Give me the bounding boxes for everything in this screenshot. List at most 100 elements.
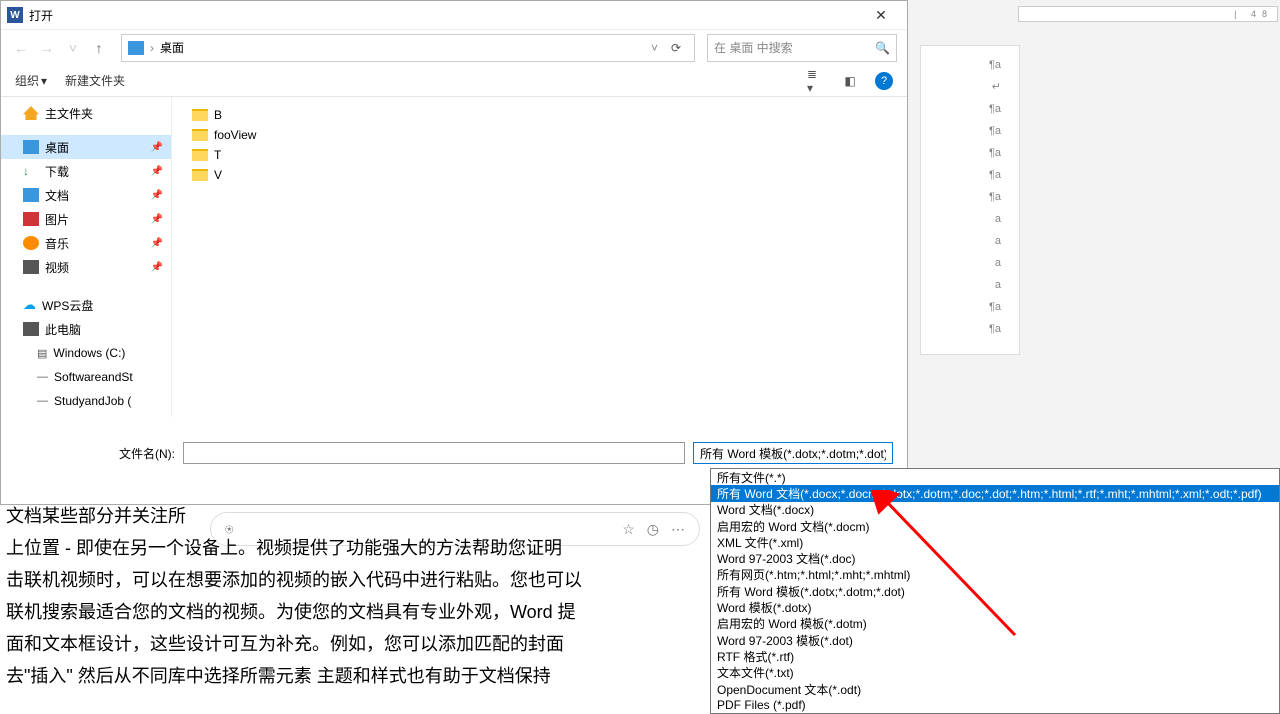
sidebar-item-drive-d[interactable]: — SoftwareandSt (1, 365, 171, 389)
sidebar-item-drive-c[interactable]: ▤Windows (C:) (1, 341, 171, 365)
dialog-navbar: ← → ˅ ↑ › 桌面 ˅ ⟳ 在 桌面 中搜索 🔍 (1, 29, 907, 65)
home-icon (23, 106, 39, 120)
dropdown-option[interactable]: Word 文档(*.docx) (711, 502, 1279, 518)
sidebar-item-label: StudyandJob ( (54, 394, 131, 408)
pin-icon: 📌 (151, 262, 163, 273)
filename-input[interactable] (183, 442, 685, 464)
dropdown-option[interactable]: RTF 格式(*.rtf) (711, 648, 1279, 664)
sidebar-item-label: 视频 (45, 259, 69, 276)
breadcrumb-separator-icon: › (150, 41, 154, 55)
dialog-close-button[interactable]: ✕ (861, 1, 901, 29)
filter-current-value: 所有 Word 模板(*.dotx;*.dotm;*.dot) (700, 445, 886, 462)
drive-icon: — (37, 395, 48, 407)
sidebar-item-wps[interactable]: ☁ WPS云盘 (1, 293, 171, 317)
breadcrumb-location[interactable]: 桌面 (160, 39, 184, 56)
sidebar: 主文件夹 桌面 📌 ↓ 下载 📌 文档📌 图片 📌 音乐📌 视频 📌 ☁ WPS云盘 此电脑… (1, 97, 171, 417)
word-document-page: ¶a↵¶a¶a¶a¶a¶aaaaa¶a¶a (920, 45, 1020, 355)
folder-icon (192, 149, 208, 161)
folder-icon (192, 169, 208, 181)
sidebar-item-videos[interactable]: 视频 📌 (1, 255, 171, 279)
drive-icon: — (37, 371, 48, 383)
sidebar-item-label: 下载 (45, 163, 69, 180)
organize-button[interactable]: 组织 ▾ (15, 72, 47, 89)
file-name: T (214, 148, 221, 162)
folder-icon (192, 109, 208, 121)
dropdown-option[interactable]: 所有网页(*.htm;*.html;*.mht;*.mhtml) (711, 567, 1279, 583)
file-item[interactable]: fooView (192, 125, 887, 145)
file-list[interactable]: BfooView TV (171, 97, 907, 417)
sidebar-item-desktop[interactable]: 桌面 📌 (1, 135, 171, 159)
new-folder-button[interactable]: 新建文件夹 (65, 72, 125, 89)
dropdown-option[interactable]: Word 模板(*.dotx) (711, 599, 1279, 615)
dropdown-option[interactable]: 文本文件(*.txt) (711, 665, 1279, 681)
dropdown-option[interactable]: 所有文件(*.*) (711, 469, 1279, 485)
desktop-icon (23, 140, 39, 154)
file-item[interactable]: B (192, 105, 887, 125)
folder-icon (192, 129, 208, 141)
dropdown-option[interactable]: 启用宏的 Word 文档(*.docm) (711, 518, 1279, 534)
download-icon: ↓ (23, 164, 39, 178)
help-icon[interactable]: ? (875, 72, 893, 90)
file-name: fooView (214, 128, 256, 142)
chevron-down-icon: ▾ (41, 74, 47, 88)
sidebar-item-label: SoftwareandSt (54, 370, 133, 384)
nav-forward-button[interactable]: → (37, 38, 57, 58)
view-list-icon[interactable]: ≣ ▾ (807, 72, 825, 90)
sidebar-item-label: 此电脑 (45, 321, 81, 338)
dropdown-option[interactable]: OpenDocument 文本(*.odt) (711, 681, 1279, 697)
nav-back-button[interactable]: ← (11, 38, 31, 58)
pin-icon: 📌 (151, 166, 163, 177)
pin-icon: 📌 (151, 214, 163, 225)
search-placeholder: 在 桌面 中搜索 (714, 39, 875, 56)
dropdown-option[interactable]: Word 97-2003 模板(*.dot) (711, 632, 1279, 648)
refresh-icon[interactable]: ⟳ (664, 41, 688, 55)
sidebar-item-label: 桌面 (45, 139, 69, 156)
sidebar-item-home[interactable]: 主文件夹 (1, 101, 171, 125)
word-ruler: | 48 (1018, 6, 1278, 22)
dialog-title: 打开 (29, 7, 861, 24)
document-icon (23, 188, 39, 202)
sidebar-item-label: 文档 (45, 187, 69, 204)
search-input[interactable]: 在 桌面 中搜索 🔍 (707, 34, 897, 62)
nav-up-button[interactable]: ↑ (89, 38, 109, 58)
sidebar-item-label: 主文件夹 (45, 105, 93, 122)
file-item[interactable]: V (192, 165, 887, 185)
sidebar-item-label: 图片 (45, 211, 69, 228)
pin-icon: 📌 (151, 142, 163, 153)
sidebar-item-pictures[interactable]: 图片 📌 (1, 207, 171, 231)
sidebar-item-label: WPS云盘 (42, 297, 93, 314)
video-icon (23, 260, 39, 274)
dropdown-option[interactable]: 所有 Word 文档(*.docx;*.docm;*.dotx;*.dotm;*… (711, 485, 1279, 501)
sidebar-item-downloads[interactable]: ↓ 下载 📌 (1, 159, 171, 183)
dialog-toolbar: 组织 ▾ 新建文件夹 ≣ ▾ ◧ ? (1, 65, 907, 97)
sidebar-item-thispc[interactable]: 此电脑 (1, 317, 171, 341)
nav-dropdown-icon[interactable]: ˅ (63, 38, 83, 58)
dropdown-option[interactable]: Word 97-2003 文档(*.doc) (711, 550, 1279, 566)
sidebar-item-music[interactable]: 音乐📌 (1, 231, 171, 255)
dropdown-option[interactable]: 所有 Word 模板(*.dotx;*.dotm;*.dot) (711, 583, 1279, 599)
open-file-dialog: W 打开 ✕ ← → ˅ ↑ › 桌面 ˅ ⟳ 在 桌面 中搜索 🔍 组织 ▾ … (0, 0, 908, 505)
music-icon (23, 236, 39, 250)
cloud-icon: ☁ (23, 297, 36, 313)
preview-pane-icon[interactable]: ◧ (841, 72, 859, 90)
file-name: B (214, 108, 222, 122)
search-icon: 🔍 (875, 41, 890, 55)
pc-icon (23, 322, 39, 336)
address-bar[interactable]: › 桌面 ˅ ⟳ (121, 34, 695, 62)
drive-icon: ▤ (37, 347, 47, 360)
sidebar-item-drive-e[interactable]: — StudyandJob ( (1, 389, 171, 413)
file-type-filter[interactable]: 所有 Word 模板(*.dotx;*.dotm;*.dot) (693, 442, 893, 464)
sidebar-item-documents[interactable]: 文档📌 (1, 183, 171, 207)
dropdown-option[interactable]: PDF Files (*.pdf) (711, 697, 1279, 713)
picture-icon (23, 212, 39, 226)
file-name: V (214, 168, 222, 182)
file-type-dropdown[interactable]: 所有文件(*.*)所有 Word 文档(*.docx;*.docm;*.dotx… (710, 468, 1280, 714)
word-app-icon: W (7, 7, 23, 23)
chevron-down-icon[interactable]: ˅ (651, 41, 658, 55)
dropdown-option[interactable]: 启用宏的 Word 模板(*.dotm) (711, 616, 1279, 632)
dialog-titlebar: W 打开 ✕ (1, 1, 907, 29)
file-item[interactable]: T (192, 145, 887, 165)
filename-label: 文件名(N): (15, 445, 175, 462)
dropdown-option[interactable]: XML 文件(*.xml) (711, 534, 1279, 550)
desktop-icon (128, 41, 144, 55)
